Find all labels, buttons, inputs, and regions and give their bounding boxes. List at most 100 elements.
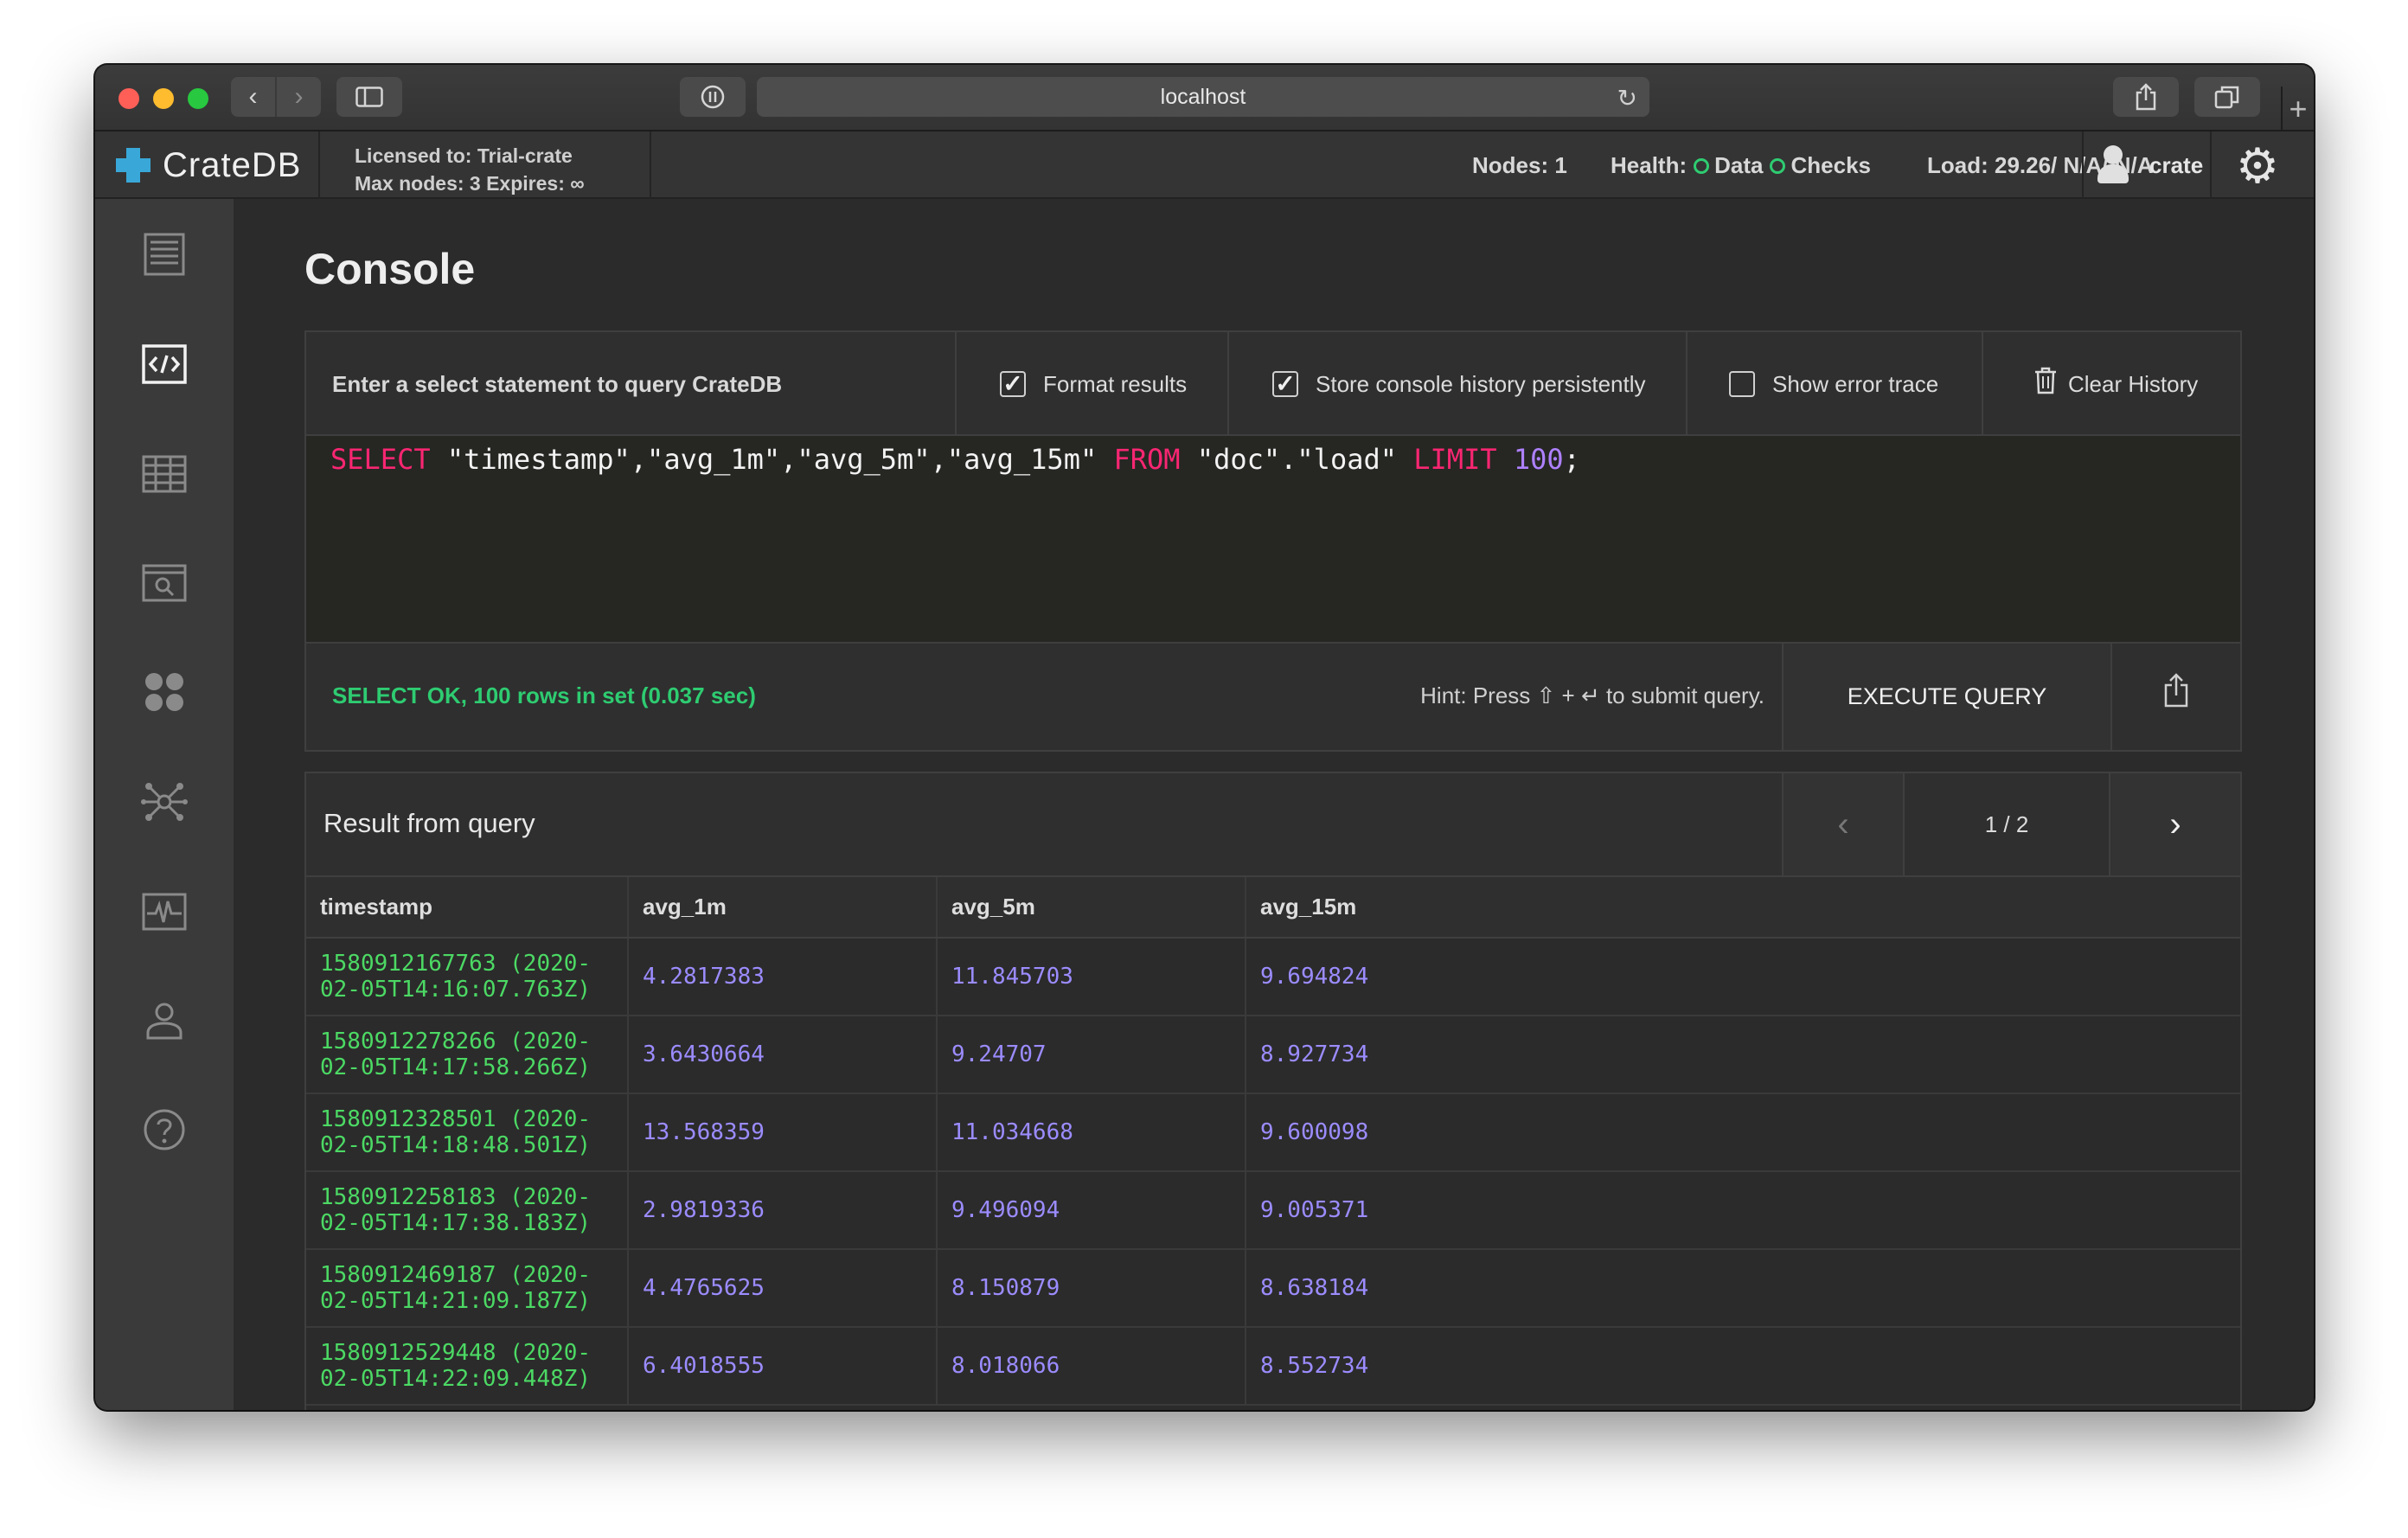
clear-history-label: Clear History: [2068, 370, 2199, 397]
nodes-count: Nodes: 1: [1472, 152, 1567, 178]
cluster-icon[interactable]: [138, 776, 190, 828]
console-footer: SELECT OK, 100 rows in set (0.037 sec) H…: [306, 644, 2240, 750]
share-button[interactable]: [2113, 77, 2179, 117]
history-navigation: ‹ ›: [231, 77, 321, 117]
previous-page-button[interactable]: ‹: [1782, 773, 1903, 875]
clear-history-button[interactable]: Clear History: [1982, 332, 2244, 436]
checks-health-icon[interactable]: [1770, 158, 1786, 174]
back-button[interactable]: ‹: [231, 77, 275, 117]
avg-5m-cell: 8.018066: [936, 1327, 1246, 1406]
table-header-row: timestamp avg_1m avg_5m avg_15m: [306, 877, 2240, 939]
table-row: 1580912258183 (2020-02-05T14:17:38.183Z)…: [306, 1171, 2240, 1250]
avg-15m-cell: 8.552734: [1245, 1327, 2240, 1406]
column-header-timestamp[interactable]: timestamp: [306, 877, 628, 939]
format-results-checkbox[interactable]: ✓: [1000, 371, 1026, 397]
zoom-window-button[interactable]: [188, 88, 208, 109]
reload-icon[interactable]: ↻: [1617, 84, 1637, 112]
table-row: 1580912278266 (2020-02-05T14:17:58.266Z)…: [306, 1016, 2240, 1094]
help-icon[interactable]: [138, 1104, 190, 1156]
timestamp-cell: 1580912258183 (2020-02-05T14:17:38.183Z): [306, 1171, 628, 1250]
overview-icon[interactable]: [138, 228, 190, 280]
store-history-checkbox[interactable]: ✓: [1272, 371, 1298, 397]
user-icon: [2104, 145, 2123, 164]
user-menu[interactable]: crate: [2082, 131, 2212, 199]
result-header: Result from query ‹ 1 / 2 ›: [306, 773, 2240, 877]
avg-15m-cell: 9.005371: [1245, 1171, 2240, 1250]
data-health-icon: [1694, 158, 1710, 174]
cratedb-logo-icon: [112, 144, 154, 186]
settings-gear-icon[interactable]: ⚙: [2232, 140, 2283, 192]
privacy-shield-icon: [701, 85, 725, 109]
avg-5m-cell: 8.150879: [936, 1249, 1246, 1328]
forward-button[interactable]: ›: [275, 77, 321, 117]
export-icon: [2164, 673, 2188, 708]
format-results-option[interactable]: ✓ Format results: [955, 332, 1227, 436]
show-error-trace-label: Show error trace: [1772, 370, 1939, 397]
keyword-limit: LIMIT: [1413, 443, 1497, 476]
health-checks-link[interactable]: Checks: [1790, 152, 1871, 178]
console-panel: Enter a select statement to query CrateD…: [304, 330, 2242, 752]
column-header-avg-15m[interactable]: avg_15m: [1245, 877, 2240, 939]
logo-text: CrateDB: [163, 145, 302, 184]
export-button[interactable]: [2110, 644, 2240, 750]
share-icon: [2136, 83, 2156, 111]
result-table: timestamp avg_1m avg_5m avg_15m 15809121…: [306, 877, 2240, 1406]
store-history-label: Store console history persistently: [1316, 370, 1646, 397]
health-data-label: Data: [1714, 152, 1764, 178]
table-row: 1580912529448 (2020-02-05T14:22:09.448Z)…: [306, 1327, 2240, 1406]
result-panel: Result from query ‹ 1 / 2 › timestamp av…: [304, 772, 2242, 1410]
browser-window: ‹ › localhost ↻ + CrateDB Licensed to: T…: [95, 65, 2314, 1410]
avg-15m-cell: 9.694824: [1245, 938, 2240, 1016]
table-row: 1580912167763 (2020-02-05T14:16:07.763Z)…: [306, 938, 2240, 1016]
show-error-trace-checkbox[interactable]: [1729, 371, 1755, 397]
keyword-from: FROM: [1113, 443, 1181, 476]
console-icon[interactable]: [138, 338, 190, 390]
execute-query-button[interactable]: EXECUTE QUERY: [1782, 644, 2110, 750]
monitoring-icon[interactable]: [138, 886, 190, 938]
avg-1m-cell: 3.6430664: [627, 1016, 937, 1094]
page-title: Console: [304, 245, 476, 293]
left-navigation: [95, 199, 234, 1410]
avg-5m-cell: 11.845703: [936, 938, 1246, 1016]
close-window-button[interactable]: [118, 88, 139, 109]
user-name: crate: [2149, 152, 2204, 178]
tab-overview-button[interactable]: [2194, 77, 2260, 117]
submit-hint: Hint: Press ⇧ + ↵ to submit query.: [1420, 682, 1764, 708]
users-icon[interactable]: [138, 995, 190, 1047]
query-columns: "timestamp","avg_1m","avg_5m","avg_15m": [430, 443, 1114, 476]
cratedb-logo[interactable]: CrateDB: [112, 145, 301, 185]
avg-1m-cell: 2.9819336: [627, 1171, 937, 1250]
console-toolbar: Enter a select statement to query CrateD…: [306, 332, 2240, 436]
query-status: SELECT OK, 100 rows in set (0.037 sec): [332, 682, 756, 708]
query-text: SELECT "timestamp","avg_1m","avg_5m","av…: [330, 443, 1580, 476]
show-error-trace-option[interactable]: Show error trace: [1686, 332, 1982, 436]
shards-icon[interactable]: [138, 666, 190, 718]
privacy-report-button[interactable]: [680, 77, 746, 117]
address-bar[interactable]: localhost ↻: [757, 77, 1649, 117]
next-page-button[interactable]: ›: [2109, 773, 2240, 875]
trash-icon: [2033, 367, 2058, 401]
tabs-icon: [2214, 86, 2239, 109]
avg-1m-cell: 6.4018555: [627, 1327, 937, 1406]
store-history-option[interactable]: ✓ Store console history persistently: [1227, 332, 1686, 436]
sidebar-toggle-button[interactable]: [336, 77, 402, 117]
query-limit-value: 100: [1496, 443, 1564, 476]
new-tab-button[interactable]: +: [2281, 87, 2314, 131]
avg-15m-cell: 9.600098: [1245, 1093, 2240, 1172]
license-limits: Max nodes: 3 Expires: ∞: [355, 172, 585, 195]
avg-5m-cell: 11.034668: [936, 1093, 1246, 1172]
result-title: Result from query: [323, 808, 535, 838]
column-header-avg-5m[interactable]: avg_5m: [936, 877, 1246, 939]
minimize-window-button[interactable]: [153, 88, 174, 109]
timestamp-cell: 1580912469187 (2020-02-05T14:21:09.187Z): [306, 1249, 628, 1328]
views-icon[interactable]: [138, 557, 190, 609]
tables-icon[interactable]: [138, 448, 190, 500]
timestamp-cell: 1580912167763 (2020-02-05T14:16:07.763Z): [306, 938, 628, 1016]
column-header-avg-1m[interactable]: avg_1m: [627, 877, 937, 939]
avg-15m-cell: 8.927734: [1245, 1016, 2240, 1094]
query-editor[interactable]: SELECT "timestamp","avg_1m","avg_5m","av…: [306, 436, 2240, 644]
avg-15m-cell: 8.638184: [1245, 1249, 2240, 1328]
timestamp-cell: 1580912278266 (2020-02-05T14:17:58.266Z): [306, 1016, 628, 1094]
table-row: 1580912328501 (2020-02-05T14:18:48.501Z)…: [306, 1093, 2240, 1172]
avg-1m-cell: 4.4765625: [627, 1249, 937, 1328]
